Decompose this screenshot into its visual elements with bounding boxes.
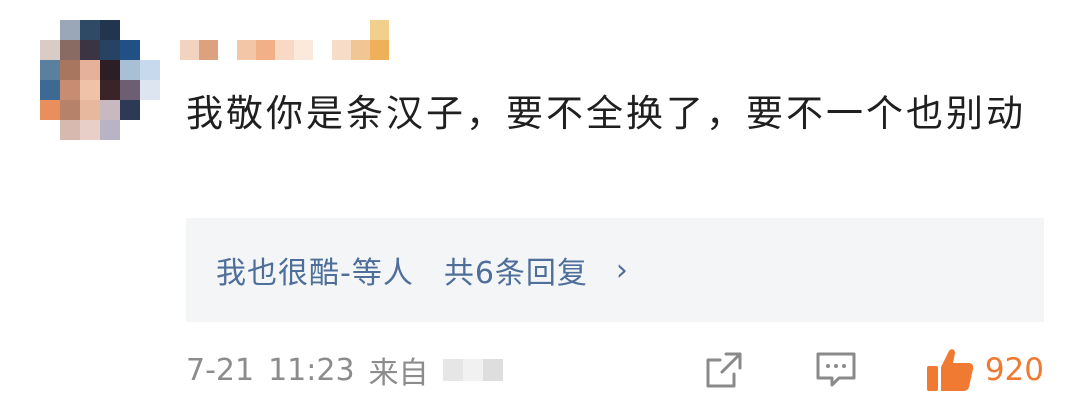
comment-text: 我敬你是条汉子，要不全换了，要不一个也别动 — [186, 92, 1026, 135]
username[interactable] — [180, 20, 410, 70]
share-icon — [706, 352, 742, 388]
reply-preview[interactable]: 我也很酷-等人 共6条回复 › — [186, 218, 1044, 322]
share-button[interactable] — [701, 347, 747, 393]
comment-actions: 920 — [701, 345, 1044, 395]
like-button[interactable]: 920 — [925, 347, 1044, 393]
comment-button[interactable] — [813, 347, 859, 393]
reply-count-link[interactable]: 共6条回复 — [444, 248, 588, 292]
source-label: 来自 — [368, 356, 429, 391]
comment-card: 我敬你是条汉子，要不全换了，要不一个也别动 我也很酷-等人 共6条回复 › 7-… — [0, 0, 1080, 401]
comment-meta: 7-21 11:23 来自 — [186, 348, 503, 392]
source-name — [442, 359, 503, 381]
avatar[interactable] — [40, 20, 160, 140]
like-count: 920 — [984, 352, 1044, 388]
thumbs-up-icon — [926, 349, 974, 391]
comment-time: 11:23 — [268, 352, 355, 388]
reply-user[interactable]: 我也很酷-等人 — [216, 248, 414, 292]
comment-date: 7-21 — [186, 352, 255, 388]
chevron-right-icon: › — [615, 252, 628, 288]
comment-footer: 7-21 11:23 来自 920 — [186, 345, 1044, 395]
comment-icon — [816, 352, 856, 387]
